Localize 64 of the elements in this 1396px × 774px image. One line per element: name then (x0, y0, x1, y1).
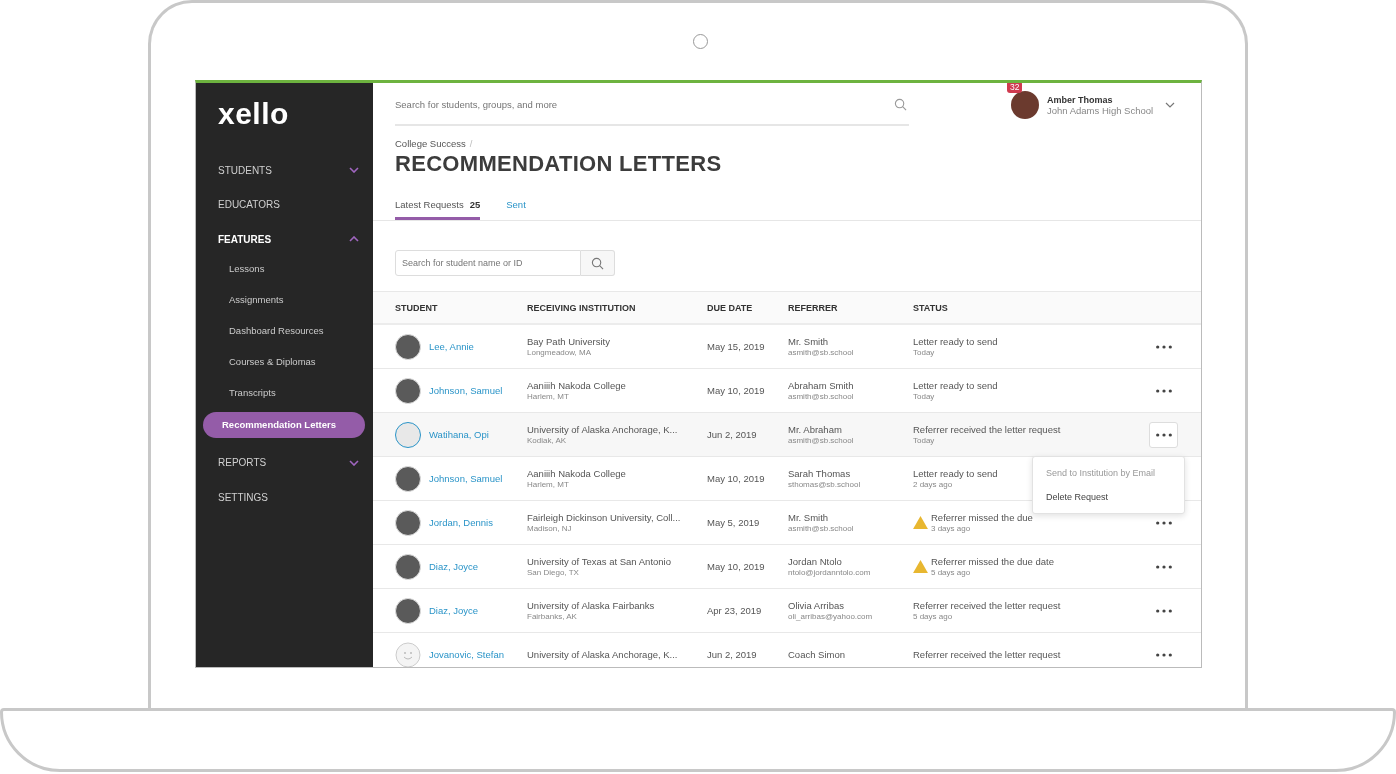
institution-name: Fairleigh Dickinson University, Coll... (527, 512, 681, 523)
due-date: May 10, 2019 (707, 473, 765, 484)
referrer-name: Coach Simon (788, 649, 846, 660)
institution-location: Fairbanks, AK (527, 612, 577, 621)
status-time: 3 days ago (931, 524, 971, 533)
institution-location: Longmeadow, MA (527, 348, 592, 357)
notification-badge: 32 (1007, 83, 1023, 93)
status-text: Letter ready to send (913, 380, 998, 391)
referrer-email: oli_arribas@yahoo.com (788, 612, 873, 621)
status-time: 5 days ago (931, 568, 971, 577)
referrer-email: ntolo@jordanntolo.com (788, 568, 871, 577)
due-date: May 5, 2019 (707, 517, 760, 528)
institution-location: Harlem, MT (527, 480, 569, 489)
referrer-name: Mr. Smith (788, 512, 829, 523)
status-time: 5 days ago (913, 612, 953, 621)
status-time: Today (913, 436, 935, 445)
institution-name: University of Alaska Anchorage, K... (527, 424, 678, 435)
institution-location: Harlem, MT (527, 392, 569, 401)
due-date: Jun 2, 2019 (707, 649, 757, 660)
referrer-email: sthomas@sb.school (788, 480, 861, 489)
referrer-name: Olivia Arribas (788, 600, 844, 611)
user-name: Amber Thomas (1047, 94, 1114, 105)
referrer-email: asmith@sb.school (788, 348, 854, 357)
column-header: RECEIVING INSTITUTION (527, 302, 637, 313)
referrer-name: Sarah Thomas (788, 468, 851, 479)
referrer-email: asmith@sb.school (788, 524, 854, 533)
due-date: Apr 23, 2019 (707, 605, 762, 616)
institution-name: Bay Path University (527, 336, 610, 347)
column-header: STUDENT (395, 302, 439, 313)
status-text: Referrer missed the due (931, 512, 1033, 523)
due-date: May 10, 2019 (707, 561, 765, 572)
status-text: Referrer received the letter request (913, 649, 1061, 660)
status-time: Today (913, 392, 935, 401)
status-time: 2 days ago (913, 480, 953, 489)
referrer-name: Mr. Smith (788, 336, 829, 347)
due-date: Jun 2, 2019 (707, 429, 757, 440)
institution-location: Kodiak, AK (527, 436, 567, 445)
institution-name: University of Texas at San Antonio (527, 556, 671, 567)
referrer-email: asmith@sb.school (788, 392, 854, 401)
due-date: May 15, 2019 (707, 341, 765, 352)
referrer-email: asmith@sb.school (788, 436, 854, 445)
referrer-name: Mr. Abraham (788, 424, 842, 435)
referrer-name: Jordan Ntolo (788, 556, 842, 567)
institution-name: Aaniiih Nakoda College (527, 380, 626, 391)
institution-name: University of Alaska Fairbanks (527, 600, 655, 611)
status-text: Referrer received the letter request (913, 424, 1061, 435)
column-header: STATUS (913, 302, 949, 313)
status-time: Today (913, 348, 935, 357)
status-text: Letter ready to send (913, 468, 998, 479)
institution-location: Madison, NJ (527, 524, 572, 533)
status-text: Letter ready to send (913, 336, 998, 347)
column-header: DUE DATE (707, 302, 754, 313)
column-header: REFERRER (788, 302, 839, 313)
status-text: Referrer missed the due date (931, 556, 1055, 567)
school-name: John Adams High School (1047, 104, 1154, 116)
due-date: May 10, 2019 (707, 385, 765, 396)
breadcrumb-separator: / (469, 138, 473, 149)
logo: xello (217, 97, 290, 132)
institution-name: University of Alaska Anchorage, K... (527, 649, 678, 660)
institution-name: Aaniiih Nakoda College (527, 468, 626, 479)
page-title: RECOMMENDATION LETTERS (395, 151, 723, 177)
referrer-name: Abraham Smith (788, 380, 854, 391)
institution-location: San Diego, TX (527, 568, 579, 577)
status-text: Referrer received the letter request (913, 600, 1061, 611)
